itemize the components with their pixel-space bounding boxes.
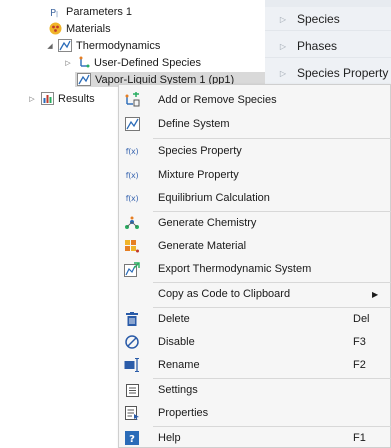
svg-text:?: ? — [129, 434, 135, 445]
menu-item-settings[interactable]: Settings — [119, 378, 391, 402]
tree-item-label: Results — [58, 92, 95, 105]
section-species[interactable]: ▷ Species — [265, 8, 391, 31]
shortcut-label: F2 — [353, 359, 366, 371]
menu-item-label: Settings — [158, 384, 198, 396]
section-label: Species — [297, 12, 340, 26]
collapse-arrow-icon: ▷ — [279, 41, 287, 51]
menu-item-label: Add or Remove Species — [158, 94, 277, 106]
menu-item-label: Species Property — [158, 145, 242, 157]
delete-icon — [124, 311, 140, 327]
materials-icon — [48, 22, 62, 36]
tree-item-results[interactable]: ▷ Results — [27, 91, 95, 106]
properties-icon — [124, 405, 140, 421]
tree-item-parameters[interactable]: P | Parameters 1 — [48, 4, 132, 19]
menu-item-label: Delete — [158, 313, 190, 325]
tree-item-label: User-Defined Species — [94, 56, 201, 69]
section-label: Phases — [297, 39, 338, 53]
settings-icon — [124, 382, 140, 398]
menu-item-disable[interactable]: Disable F3 — [119, 330, 391, 354]
tree-item-user-defined-species[interactable]: ▷ User-Defined Species — [63, 55, 201, 70]
menu-item-label: Rename — [158, 359, 200, 371]
tree-item-label: Materials — [66, 22, 111, 35]
results-icon — [40, 92, 54, 106]
menu-item-label: Define System — [158, 118, 230, 130]
menu-item-label: Generate Chemistry — [158, 217, 257, 229]
submenu-arrow-icon: ▶ — [372, 289, 379, 299]
menu-item-export-thermodynamic-system[interactable]: Export Thermodynamic System — [119, 257, 391, 281]
disable-icon — [124, 334, 140, 350]
menu-item-copy-as-code[interactable]: Copy as Code to Clipboard ▶ — [119, 282, 391, 306]
menu-item-label: Export Thermodynamic System — [158, 263, 312, 275]
tree-item-label: Parameters 1 — [66, 5, 133, 18]
menu-item-define-system[interactable]: Define System — [119, 112, 391, 136]
shortcut-label: Del — [353, 313, 370, 325]
section-species-property[interactable]: ▷ Species Property — [265, 62, 391, 85]
species-icon — [76, 56, 90, 70]
settings-panel: ▷ Species ▷ Phases ▷ Species Property — [265, 0, 391, 90]
menu-item-label: Properties — [158, 407, 209, 419]
menu-item-delete[interactable]: Delete Del — [119, 307, 391, 331]
collapse-arrow-icon[interactable]: ▷ — [63, 58, 73, 68]
menu-item-label: Help — [158, 432, 181, 444]
help-icon: ? — [124, 430, 140, 446]
context-menu: Add or Remove Species Define System f(x)… — [118, 84, 391, 448]
thermodynamics-icon — [58, 39, 72, 53]
tree-item-label: Thermodynamics — [76, 39, 161, 52]
rename-icon — [124, 357, 140, 373]
menu-item-equilibrium-calculation[interactable]: f(x) Equilibrium Calculation — [119, 186, 391, 210]
define-system-icon — [124, 116, 140, 132]
tree-item-materials[interactable]: Materials — [48, 21, 111, 36]
export-system-icon — [124, 261, 140, 277]
generate-chemistry-icon — [124, 215, 140, 231]
expand-arrow-icon[interactable]: ◢ — [45, 41, 55, 51]
menu-item-label: Disable — [158, 336, 195, 348]
menu-item-help[interactable]: ? Help F1 — [119, 426, 391, 448]
parameters-icon: P | — [48, 5, 62, 19]
menu-item-properties[interactable]: Properties — [119, 401, 391, 425]
tree-item-thermodynamics[interactable]: ◢ Thermodynamics — [45, 38, 160, 53]
menu-item-species-property[interactable]: f(x) Species Property — [119, 139, 391, 163]
menu-item-label: Generate Material — [158, 240, 247, 252]
add-remove-species-icon — [124, 92, 140, 108]
fx-icon: f(x) — [125, 193, 139, 203]
fx-icon: f(x) — [125, 146, 139, 156]
menu-item-rename[interactable]: Rename F2 — [119, 353, 391, 377]
menu-item-label: Copy as Code to Clipboard — [158, 288, 291, 300]
collapse-arrow-icon: ▷ — [279, 68, 287, 78]
collapse-arrow-icon[interactable]: ▷ — [27, 94, 37, 104]
section-label: Species Property — [297, 66, 389, 80]
menu-item-add-remove-species[interactable]: Add or Remove Species — [119, 88, 391, 112]
shortcut-label: F3 — [353, 336, 366, 348]
panel-top-strip — [265, 0, 391, 7]
generate-material-icon — [124, 238, 140, 254]
menu-item-label: Mixture Property — [158, 169, 239, 181]
fx-icon: f(x) — [125, 170, 139, 180]
shortcut-label: F1 — [353, 432, 366, 444]
svg-text:|: | — [56, 11, 58, 18]
collapse-arrow-icon: ▷ — [279, 14, 287, 24]
menu-item-mixture-property[interactable]: f(x) Mixture Property — [119, 163, 391, 187]
menu-item-label: Equilibrium Calculation — [158, 192, 270, 204]
section-phases[interactable]: ▷ Phases — [265, 35, 391, 58]
system-icon — [77, 73, 91, 87]
menu-item-generate-material[interactable]: Generate Material — [119, 234, 391, 258]
menu-item-generate-chemistry[interactable]: Generate Chemistry — [119, 211, 391, 235]
